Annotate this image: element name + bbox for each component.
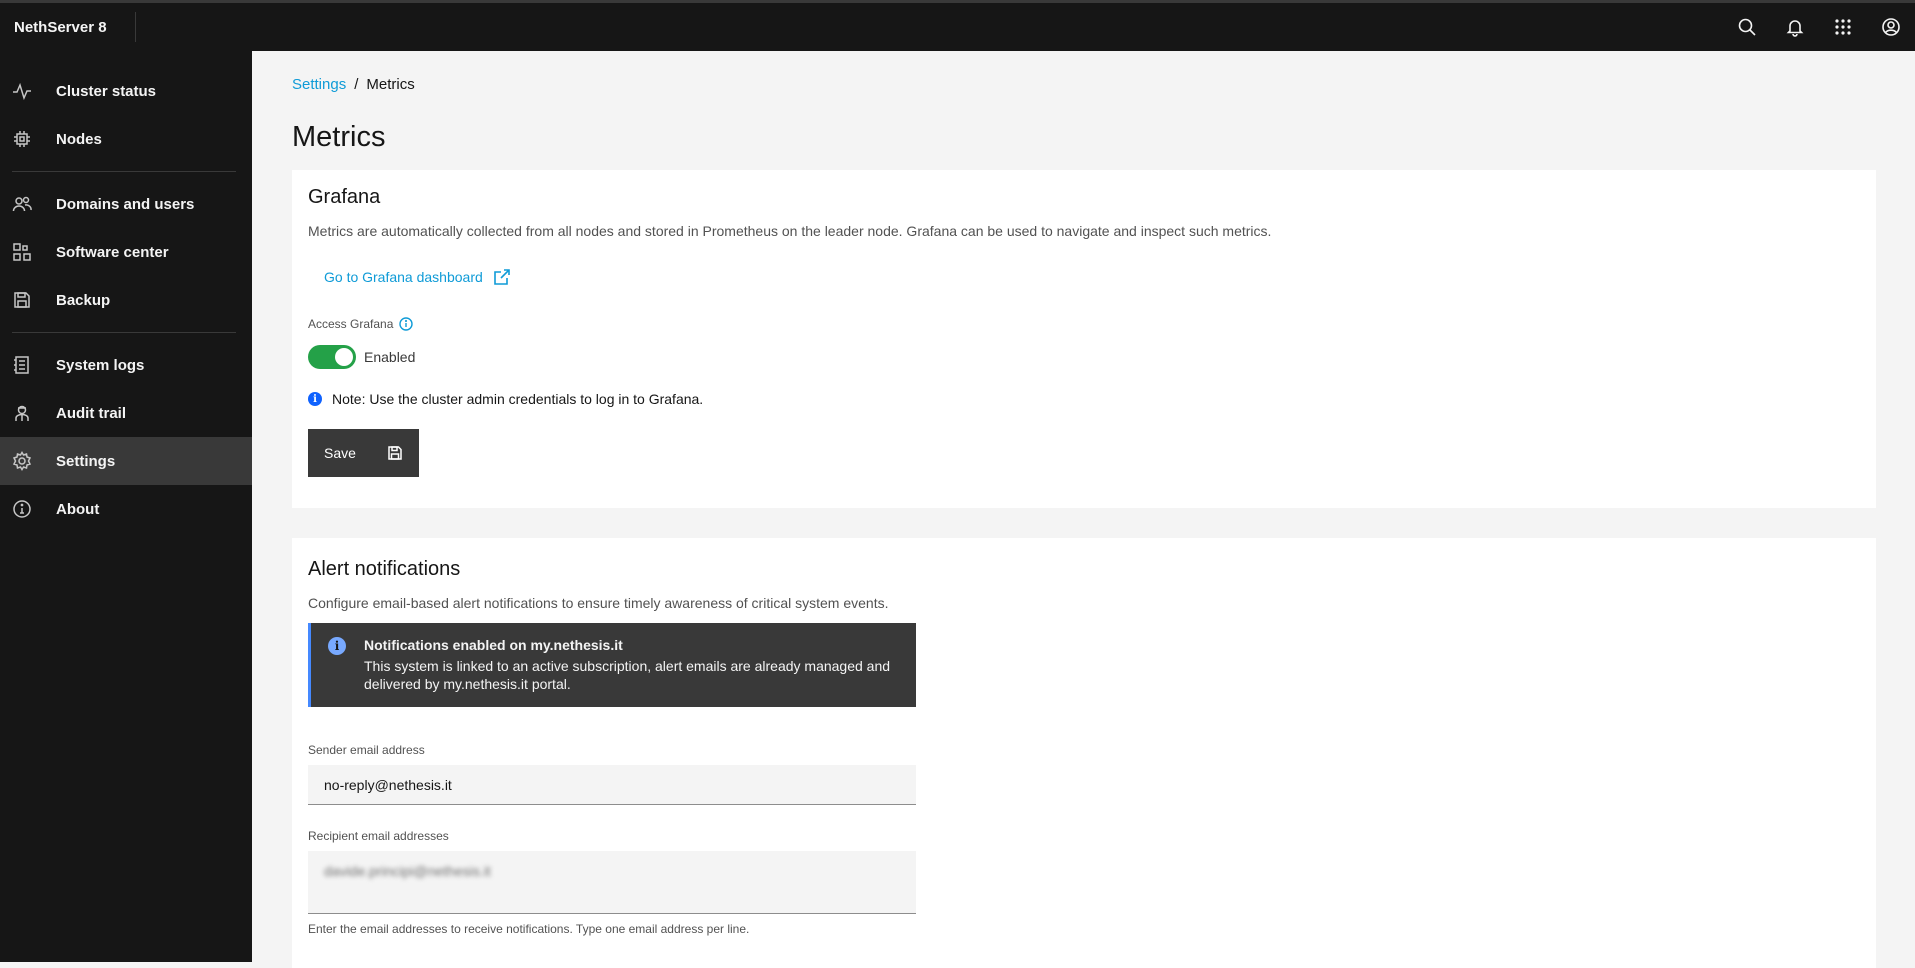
users-icon	[12, 194, 32, 214]
sidebar-item-label: Settings	[56, 452, 116, 470]
info-tooltip-icon[interactable]	[399, 317, 414, 331]
grafana-title: Grafana	[308, 186, 381, 208]
sidebar-item-settings[interactable]: Settings	[0, 437, 252, 485]
sidebar-item-software-center[interactable]: Software center	[0, 228, 252, 276]
breadcrumb: Settings / Metrics	[292, 76, 1915, 93]
sidebar-item-label: Audit trail	[56, 404, 126, 422]
alert-notifications-title: Alert notifications	[308, 558, 461, 580]
recipient-email-label: Recipient email addresses	[308, 829, 449, 843]
access-grafana-label: Access Grafana	[308, 317, 1860, 331]
subscription-notification: i Notifications enabled on my.nethesis.i…	[308, 623, 916, 707]
sidebar-item-system-logs[interactable]: System logs	[0, 341, 252, 389]
sidebar-item-label: Domains and users	[56, 195, 195, 213]
breadcrumb-separator: /	[354, 76, 359, 93]
sender-email-input[interactable]	[308, 765, 916, 805]
sidebar-item-label: About	[56, 500, 100, 518]
inspector-icon	[12, 403, 32, 423]
top-header: NethServer 8	[0, 0, 1915, 51]
grafana-tile: Grafana Metrics are automatically collec…	[292, 170, 1876, 508]
alert-notifications-tile: Alert notifications Configure email-base…	[292, 538, 1876, 968]
grafana-dashboard-link[interactable]: Go to Grafana dashboard	[324, 268, 511, 286]
save-button-label: Save	[324, 445, 356, 461]
save-button[interactable]: Save	[308, 429, 419, 477]
gear-icon	[12, 451, 32, 471]
access-grafana-toggle-row: Enabled	[308, 345, 1860, 369]
recipient-email-value: davide.principi@nethesis.it	[324, 863, 491, 879]
user-avatar-icon[interactable]	[1867, 3, 1915, 51]
breadcrumb-settings-link[interactable]: Settings	[292, 76, 346, 93]
sidebar-nav: Cluster status Nodes Domains and users S…	[0, 51, 252, 962]
recipient-email-textarea[interactable]: davide.principi@nethesis.it	[308, 851, 916, 914]
sidebar-item-about[interactable]: About	[0, 485, 252, 533]
access-grafana-toggle[interactable]	[308, 345, 356, 369]
access-grafana-label-text: Access Grafana	[308, 317, 394, 331]
notification-bell-icon[interactable]	[1771, 3, 1819, 51]
launch-icon	[493, 269, 510, 285]
chip-icon	[12, 129, 32, 149]
activity-icon	[12, 81, 32, 101]
grafana-description: Metrics are automatically collected from…	[308, 223, 1272, 239]
sidebar-item-label: Backup	[56, 291, 111, 309]
header-actions	[1723, 3, 1915, 51]
notification-body: This system is linked to an active subsc…	[364, 658, 891, 692]
info-icon	[12, 499, 32, 519]
grafana-note: i Note: Use the cluster admin credential…	[308, 391, 1860, 407]
apps-icon	[12, 242, 32, 262]
page-title: Metrics	[292, 121, 386, 153]
sender-email-label: Sender email address	[308, 743, 425, 757]
grafana-link-label: Go to Grafana dashboard	[324, 269, 483, 285]
sidebar-item-nodes[interactable]: Nodes	[0, 115, 252, 163]
logs-icon	[12, 355, 32, 375]
save-icon	[388, 446, 402, 460]
notification-title: Notifications enabled on my.nethesis.it	[364, 637, 623, 653]
sidebar-item-audit-trail[interactable]: Audit trail	[0, 389, 252, 437]
sidebar-item-backup[interactable]: Backup	[0, 276, 252, 324]
sidebar-item-cluster-status[interactable]: Cluster status	[0, 67, 252, 115]
main-content: Settings / Metrics Metrics Grafana Metri…	[252, 51, 1915, 968]
breadcrumb-current: Metrics	[366, 76, 415, 93]
sidebar-item-label: Cluster status	[56, 82, 157, 100]
app-switcher-icon[interactable]	[1819, 3, 1867, 51]
info-filled-icon: i	[308, 392, 322, 406]
alert-notifications-description: Configure email-based alert notification…	[308, 595, 889, 611]
info-filled-icon: i	[328, 637, 346, 655]
nav-divider	[12, 171, 236, 172]
sidebar-item-label: System logs	[56, 356, 145, 374]
brand-name[interactable]: NethServer 8	[0, 12, 136, 42]
save-icon	[12, 290, 32, 310]
search-icon[interactable]	[1723, 3, 1771, 51]
recipient-helper-text: Enter the email addresses to receive not…	[308, 922, 750, 936]
sidebar-item-label: Nodes	[56, 130, 102, 148]
sidebar-item-label: Software center	[56, 243, 169, 261]
grafana-note-text: Note: Use the cluster admin credentials …	[332, 391, 704, 407]
toggle-state-text: Enabled	[364, 349, 416, 365]
sidebar-item-domains-and-users[interactable]: Domains and users	[0, 180, 252, 228]
nav-divider	[12, 332, 236, 333]
